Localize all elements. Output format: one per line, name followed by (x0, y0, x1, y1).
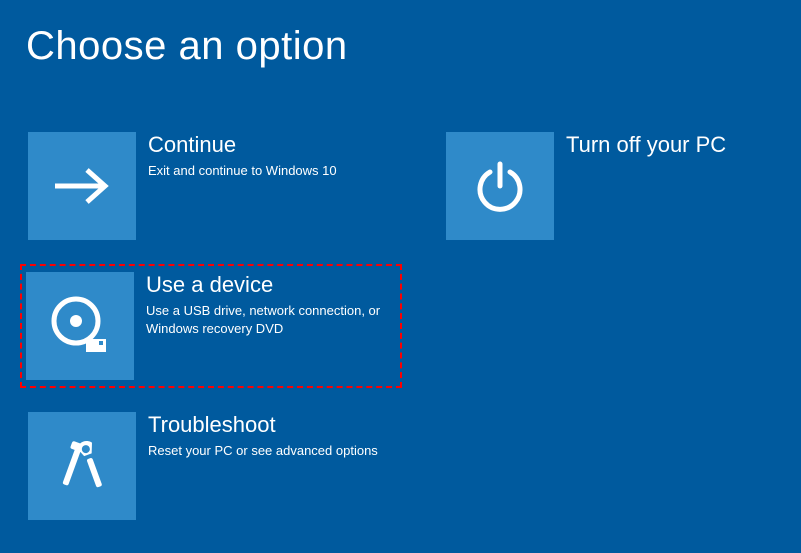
options-column-left: Continue Exit and continue to Windows 10… (26, 130, 406, 522)
options-grid: Continue Exit and continue to Windows 10… (26, 130, 801, 522)
turn-off-option[interactable]: Turn off your PC (444, 130, 801, 242)
troubleshoot-tile (28, 412, 136, 520)
continue-desc: Exit and continue to Windows 10 (148, 162, 337, 180)
use-device-tile (26, 272, 134, 380)
use-device-text: Use a device Use a USB drive, network co… (146, 272, 396, 337)
troubleshoot-desc: Reset your PC or see advanced options (148, 442, 378, 460)
continue-title: Continue (148, 132, 337, 158)
turn-off-tile (446, 132, 554, 240)
options-column-right: Turn off your PC (444, 130, 801, 522)
power-icon (472, 158, 528, 214)
troubleshoot-text: Troubleshoot Reset your PC or see advanc… (148, 412, 378, 460)
use-device-desc: Use a USB drive, network connection, or … (146, 302, 396, 337)
continue-option[interactable]: Continue Exit and continue to Windows 10 (26, 130, 406, 242)
use-device-option[interactable]: Use a device Use a USB drive, network co… (20, 264, 402, 388)
turn-off-title: Turn off your PC (566, 132, 726, 158)
use-device-title: Use a device (146, 272, 396, 298)
page-title: Choose an option (0, 0, 801, 69)
device-disc-icon (47, 293, 113, 359)
arrow-right-icon (51, 165, 113, 207)
continue-text: Continue Exit and continue to Windows 10 (148, 132, 337, 180)
troubleshoot-title: Troubleshoot (148, 412, 378, 438)
turn-off-text: Turn off your PC (566, 132, 726, 162)
continue-tile (28, 132, 136, 240)
tools-icon (52, 436, 112, 496)
troubleshoot-option[interactable]: Troubleshoot Reset your PC or see advanc… (26, 410, 406, 522)
